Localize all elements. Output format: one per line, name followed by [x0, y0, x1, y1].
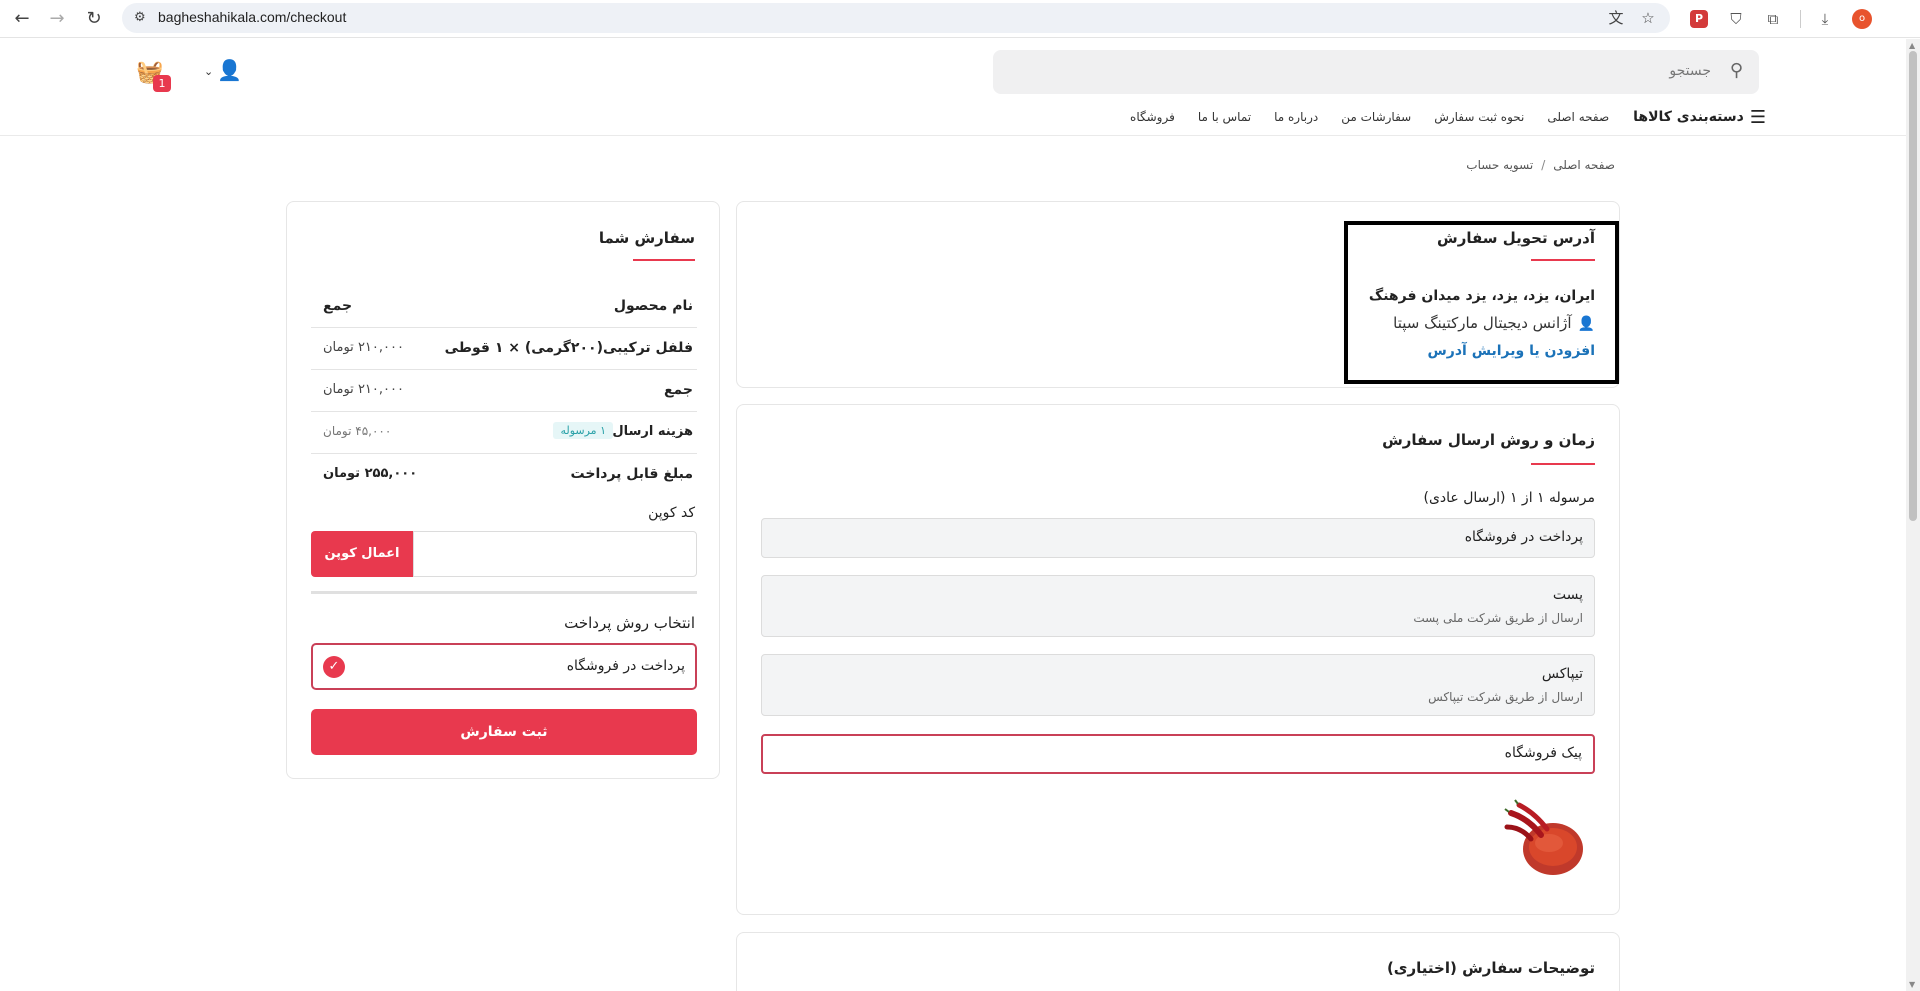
- scroll-down-icon[interactable]: ▼: [1909, 980, 1915, 989]
- payable-value: ۲۵۵,۰۰۰ تومان: [323, 466, 418, 481]
- nav-home[interactable]: صفحه اصلی: [1547, 110, 1609, 124]
- scroll-up-icon[interactable]: ▲: [1909, 41, 1915, 50]
- payment-option-store[interactable]: پرداخت در فروشگاه ✓: [311, 643, 697, 690]
- payable-label: مبلغ قابل پرداخت: [570, 466, 693, 482]
- subtotal-value: ۲۱۰,۰۰۰ تومان: [323, 382, 404, 397]
- payment-method-title: انتخاب روش پرداخت: [564, 614, 695, 632]
- option-title: پیک فروشگاه: [1504, 745, 1582, 761]
- breadcrumb-home[interactable]: صفحه اصلی: [1553, 158, 1615, 172]
- address-bar[interactable]: ⚙ bagheshahikala.com/checkout 文 ☆: [122, 3, 1670, 33]
- extension-p-icon[interactable]: P: [1690, 10, 1708, 28]
- url-text[interactable]: bagheshahikala.com/checkout: [158, 9, 346, 25]
- order-notes-card: توضیحات سفارش (اختیاری): [736, 932, 1620, 991]
- search-icon[interactable]: ⚲: [1730, 60, 1743, 81]
- payable-row: مبلغ قابل پرداخت ۲۵۵,۰۰۰ تومان: [311, 454, 697, 496]
- site-settings-icon[interactable]: ⚙: [134, 8, 154, 28]
- shipping-option-tipax[interactable]: تیپاکس ارسال از طریق شرکت تیپاکس: [761, 654, 1595, 716]
- nav-shop[interactable]: فروشگاه: [1130, 110, 1175, 124]
- star-icon[interactable]: ☆: [1638, 8, 1658, 28]
- scrollbar-thumb[interactable]: [1909, 51, 1917, 521]
- categories-menu[interactable]: ☰ دسته‌بندی کالاها: [1633, 107, 1766, 128]
- nav-my-orders[interactable]: سفارشات من: [1341, 110, 1411, 124]
- toolbar-divider: [1800, 10, 1801, 28]
- notes-title: توضیحات سفارش (اختیاری): [1386, 959, 1595, 977]
- chevron-down-icon: ⌄: [204, 65, 214, 78]
- nav-about[interactable]: درباره ما: [1274, 110, 1318, 124]
- chili-image: [1504, 799, 1583, 875]
- product-thumbnail: [1501, 797, 1591, 884]
- shipping-cost-value: ۴۵,۰۰۰ تومان: [323, 424, 392, 438]
- option-subtitle: ارسال از طریق شرکت تیپاکس: [1428, 690, 1583, 704]
- order-header-row: نام محصول جمع: [311, 286, 697, 328]
- order-title: سفارش شما: [598, 229, 695, 247]
- option-title: پست: [1552, 587, 1583, 603]
- shield-icon[interactable]: ⛉: [1725, 8, 1747, 30]
- search-input[interactable]: جستجو: [1669, 63, 1711, 79]
- forward-icon[interactable]: →: [45, 7, 69, 31]
- col-product-header: نام محصول: [613, 298, 693, 314]
- item-price: ۲۱۰,۰۰۰ تومان: [323, 340, 404, 355]
- user-icon: 👤: [217, 58, 243, 82]
- reload-icon[interactable]: ↻: [82, 7, 106, 31]
- coupon-input[interactable]: [413, 531, 697, 577]
- categories-label: دسته‌بندی کالاها: [1633, 109, 1744, 125]
- shipment-subtitle: مرسوله ۱ از ۱ (ارسال عادی): [1423, 490, 1595, 506]
- check-icon: ✓: [323, 656, 345, 678]
- shipping-option-courier[interactable]: پیک فروشگاه: [761, 734, 1595, 774]
- header-divider: [0, 135, 1906, 136]
- item-name: فلفل ترکیبی(۲۰۰گرمی) × ۱ قوطی: [444, 340, 693, 356]
- shipping-option-post[interactable]: پست ارسال از طریق شرکت ملی پست: [761, 575, 1595, 637]
- breadcrumb: صفحه اصلی / تسویه حساب: [1466, 158, 1615, 172]
- breadcrumb-current: تسویه حساب: [1466, 158, 1534, 172]
- subtotal-label: جمع: [663, 382, 693, 398]
- shipping-cost-label: هزینه ارسال: [612, 424, 693, 439]
- puzzle-icon[interactable]: ⧉: [1762, 8, 1784, 30]
- main-navigation: ☰ دسته‌بندی کالاها صفحه اصلی نحوه ثبت سف…: [1107, 106, 1766, 128]
- coupon-label: کد کوپن: [648, 505, 695, 521]
- address-highlight-frame: [1344, 221, 1619, 384]
- apply-coupon-button[interactable]: اعمال کوپن: [311, 531, 413, 577]
- translate-icon[interactable]: 文: [1606, 8, 1626, 28]
- breadcrumb-separator: /: [1541, 158, 1546, 172]
- section-divider: [311, 591, 697, 594]
- download-icon[interactable]: ⤓: [1814, 8, 1836, 30]
- shipping-cost-row: هزینه ارسال ۱ مرسوله ۴۵,۰۰۰ تومان: [311, 412, 697, 454]
- title-underline: [1531, 463, 1595, 465]
- order-summary-card: سفارش شما نام محصول جمع فلفل ترکیبی(۲۰۰گ…: [286, 201, 720, 779]
- order-item-row: فلفل ترکیبی(۲۰۰گرمی) × ۱ قوطی ۲۱۰,۰۰۰ تو…: [311, 328, 697, 370]
- cart-count-badge: 1: [153, 75, 171, 92]
- site-search[interactable]: جستجو ⚲: [993, 50, 1759, 94]
- profile-avatar[interactable]: o: [1852, 9, 1872, 29]
- menu-icon: ☰: [1749, 106, 1766, 128]
- back-icon[interactable]: ←: [10, 7, 34, 31]
- submit-order-button[interactable]: ثبت سفارش: [311, 709, 697, 755]
- subtotal-row: جمع ۲۱۰,۰۰۰ تومان: [311, 370, 697, 412]
- nav-how-to-order[interactable]: نحوه ثبت سفارش: [1434, 110, 1524, 124]
- shipment-count-badge: ۱ مرسوله: [553, 422, 613, 439]
- shipping-option-store-payment[interactable]: پرداخت در فروشگاه: [761, 518, 1595, 558]
- title-underline: [633, 259, 695, 261]
- user-menu[interactable]: ⌄ 👤: [204, 58, 242, 88]
- browser-toolbar: ← → ↻ ⚙ bagheshahikala.com/checkout 文 ☆ …: [0, 0, 1920, 38]
- shipping-card: زمان و روش ارسال سفارش مرسوله ۱ از ۱ (ار…: [736, 404, 1620, 915]
- option-title: پرداخت در فروشگاه: [1464, 529, 1583, 545]
- nav-contact[interactable]: تماس با ما: [1198, 110, 1251, 124]
- page-scrollbar[interactable]: ▲ ▼: [1906, 39, 1920, 991]
- shipping-title: زمان و روش ارسال سفارش: [1382, 431, 1595, 449]
- option-title: تیپاکس: [1541, 666, 1583, 682]
- payment-option-label: پرداخت در فروشگاه: [566, 658, 685, 674]
- option-subtitle: ارسال از طریق شرکت ملی پست: [1413, 611, 1583, 625]
- col-total-header: جمع: [323, 298, 353, 314]
